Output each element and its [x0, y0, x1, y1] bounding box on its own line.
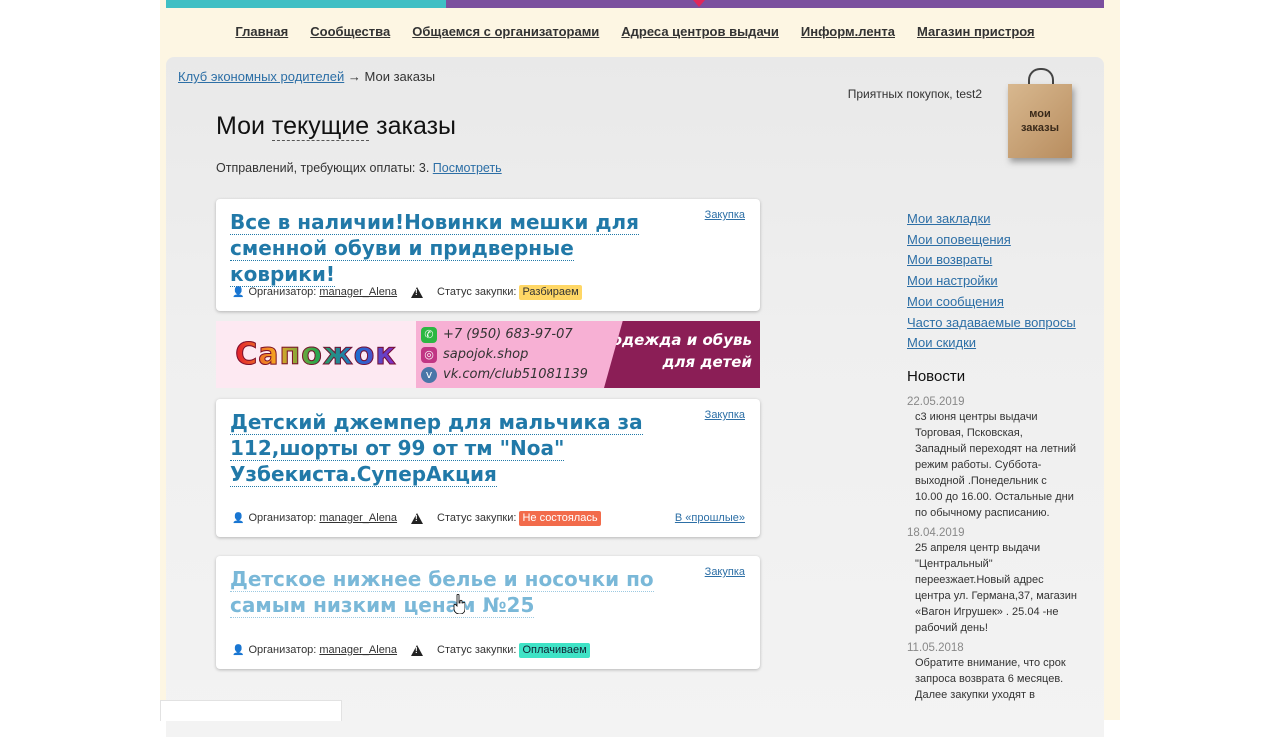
- organizer-name-link[interactable]: manager_Alena: [319, 644, 397, 656]
- breadcrumb: Клуб экономных родителей → Мои заказы: [178, 69, 435, 84]
- top-stripe-teal: [166, 0, 446, 8]
- order-title: Все в наличии!Новинки мешки для сменной …: [230, 209, 660, 287]
- nav-item-pickup-addresses[interactable]: Адреса центров выдачи: [621, 24, 779, 44]
- order-title-link[interactable]: Детский джемпер для мальчика за 112,шорт…: [230, 410, 643, 487]
- shopping-bag-icon: мои заказы: [1008, 84, 1072, 158]
- order-card: Все в наличии!Новинки мешки для сменной …: [216, 199, 760, 311]
- order-title: Детское нижнее белье и носочки по самым …: [230, 566, 660, 618]
- purchase-link[interactable]: Закупка: [705, 409, 745, 421]
- sidebar-item-discounts[interactable]: Мои скидки: [907, 333, 1097, 354]
- nav-item-organizers[interactable]: Общаемся с организаторами: [412, 24, 599, 44]
- payment-notice: Отправлений, требующих оплаты: 3. Посмот…: [216, 161, 502, 175]
- order-card: Детский джемпер для мальчика за 112,шорт…: [216, 399, 760, 537]
- sapozhok-ad-banner[interactable]: Сапожок ✆ +7 (950) 683-97-07 ◎ sapojok.sho…: [216, 321, 760, 388]
- order-title-link[interactable]: Все в наличии!Новинки мешки для сменной …: [230, 210, 639, 287]
- news-text: 25 апреля центр выдачи "Центральный" пер…: [915, 542, 1077, 634]
- status-label: Статус закупки:: [437, 286, 517, 298]
- organizer-person-icon: 👤: [232, 286, 245, 298]
- warning-icon[interactable]: [411, 512, 424, 524]
- bag-label-line1: мои: [1029, 108, 1051, 120]
- organizer-person-icon: 👤: [232, 512, 245, 524]
- sidebar-item-notifications[interactable]: Мои оповещения: [907, 230, 1097, 251]
- vk-icon: v: [421, 367, 437, 383]
- nav-item-info-feed[interactable]: Информ.лента: [801, 24, 895, 44]
- order-meta: 👤 Организатор: manager_Alena Статус заку…: [232, 642, 745, 658]
- warning-icon[interactable]: [411, 644, 424, 656]
- top-stripe-marker: [693, 0, 705, 7]
- banner-instagram: sapojok.shop: [443, 347, 529, 362]
- organizer-person-icon: 👤: [232, 644, 245, 656]
- banner-vk: vk.com/club51081139: [443, 367, 588, 382]
- status-label: Статус закупки:: [437, 644, 517, 656]
- nav-item-home[interactable]: Главная: [235, 24, 288, 44]
- payment-notice-text: Отправлений, требующих оплаты: 3.: [216, 161, 430, 175]
- sidebar-item-bookmarks[interactable]: Мои закладки: [907, 209, 1097, 230]
- news-text: с3 июня центры выдачи Торговая, Псковска…: [915, 411, 1077, 519]
- breadcrumb-separator: →: [344, 69, 365, 84]
- phone-icon: ✆: [421, 327, 437, 343]
- banner-logo: Сапожок: [235, 337, 397, 373]
- status-badge: Разбираем: [519, 284, 582, 300]
- organizer-name-link[interactable]: manager_Alena: [319, 512, 397, 524]
- hand-cursor-icon: [453, 594, 465, 614]
- top-stripe-purple: [446, 0, 1104, 8]
- order-title-link[interactable]: Детское нижнее белье и носочки по самым …: [230, 567, 654, 618]
- page-title-toggle[interactable]: текущие: [271, 112, 370, 141]
- banner-slogan-line2: для детей: [662, 353, 752, 371]
- page-title: Мои текущие заказы: [216, 112, 456, 141]
- order-title: Детский джемпер для мальчика за 112,шорт…: [230, 409, 660, 487]
- purchase-link[interactable]: Закупка: [705, 209, 745, 221]
- banner-slogan: одежда и обувь для детей: [604, 321, 760, 388]
- greeting-text: Приятных покупок, test2: [847, 87, 982, 101]
- order-card: Детское нижнее белье и носочки по самым …: [216, 556, 760, 669]
- purchase-link[interactable]: Закупка: [705, 566, 745, 578]
- move-to-past-link[interactable]: В «прошлые»: [675, 512, 745, 524]
- bag-label-line2: заказы: [1020, 122, 1060, 134]
- news-date: 11.05.2018: [907, 642, 964, 654]
- status-badge: Не состоялась: [519, 510, 601, 526]
- news-date: 18.04.2019: [907, 527, 965, 539]
- sidebar-item-settings[interactable]: Мои настройки: [907, 271, 1097, 292]
- banner-phone: +7 (950) 683-97-07: [443, 327, 573, 342]
- nav-item-resale-shop[interactable]: Магазин пристроя: [917, 24, 1035, 44]
- banner-contacts: ✆ +7 (950) 683-97-07 ◎ sapojok.shop v vk.co…: [421, 325, 611, 385]
- organizer-label: Организатор:: [248, 512, 317, 524]
- order-meta: 👤 Организатор: manager_Alena Статус заку…: [232, 510, 745, 526]
- page-title-part3: заказы: [369, 112, 457, 140]
- breadcrumb-root-link[interactable]: Клуб экономных родителей: [178, 69, 344, 84]
- status-label: Статус закупки:: [437, 512, 517, 524]
- news-text: Обратите внимание, что срок запроса возв…: [915, 657, 1066, 701]
- instagram-icon: ◎: [421, 347, 437, 363]
- bottom-panel-tab: [160, 700, 342, 721]
- sidebar-item-messages[interactable]: Мои сообщения: [907, 292, 1097, 313]
- breadcrumb-current: Мои заказы: [364, 69, 436, 84]
- status-badge: Оплачиваем: [519, 642, 590, 658]
- my-orders-bag-button[interactable]: мои заказы: [1008, 68, 1072, 160]
- organizer-label: Организатор:: [248, 644, 317, 656]
- order-meta: 👤 Организатор: manager_Alena Статус заку…: [232, 284, 745, 300]
- news-heading: Новости: [907, 368, 966, 385]
- sidebar-links: Мои закладки Мои оповещения Мои возвраты…: [907, 209, 1097, 354]
- banner-slogan-line1: одежда и обувь: [611, 331, 752, 349]
- payment-view-link[interactable]: Посмотреть: [433, 161, 502, 175]
- organizer-label: Организатор:: [248, 286, 317, 298]
- organizer-name-link[interactable]: manager_Alena: [319, 286, 397, 298]
- page-title-part1: Мои: [216, 112, 272, 140]
- sidebar-item-faq[interactable]: Часто задаваемые вопросы: [907, 313, 1097, 334]
- warning-icon[interactable]: [411, 286, 424, 298]
- banner-logo-area: Сапожок: [216, 321, 416, 388]
- sidebar-item-returns[interactable]: Мои возвраты: [907, 250, 1097, 271]
- nav-item-communities[interactable]: Сообщества: [310, 24, 390, 44]
- news-list: 22.05.2019 с3 июня центры выдачи Торгова…: [907, 395, 1077, 708]
- main-nav: Главная Сообщества Общаемся с организато…: [166, 24, 1104, 44]
- news-date: 22.05.2019: [907, 396, 965, 408]
